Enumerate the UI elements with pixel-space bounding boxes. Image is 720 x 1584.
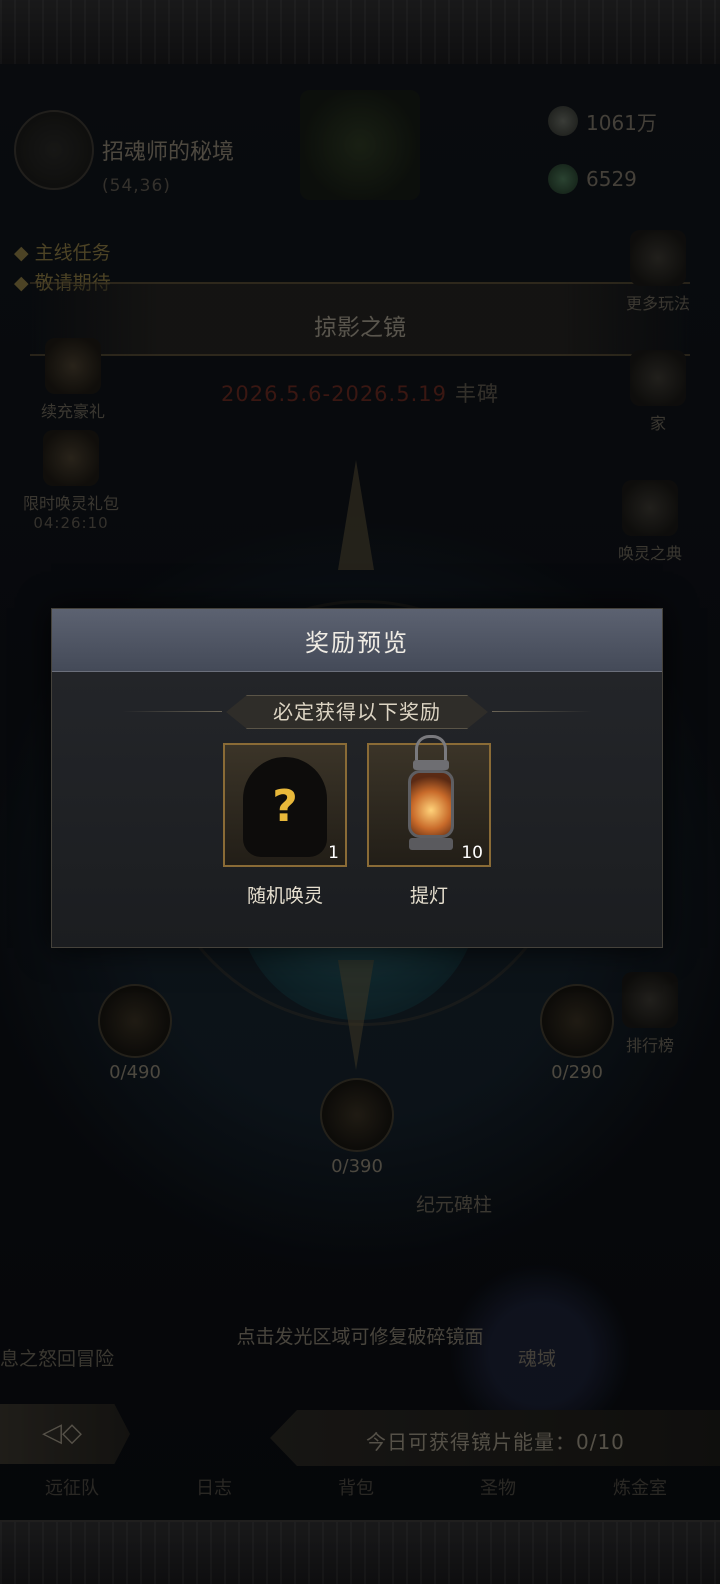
reward-name: 随机唤灵 <box>246 885 323 907</box>
divider-left <box>122 711 222 712</box>
modal-title: 奖励预览 <box>305 629 409 657</box>
modal-header: 奖励预览 <box>52 609 662 672</box>
reward-quantity: 1 <box>328 843 339 863</box>
question-mark-icon: ? <box>272 781 298 832</box>
reward-preview-modal: 奖励预览 必定获得以下奖励 ? 1 随机唤灵 10 提灯 <box>51 608 663 948</box>
lantern-icon <box>407 735 455 850</box>
reward-name: 提灯 <box>409 885 448 907</box>
divider-right <box>492 711 592 712</box>
reward-card: ? 1 <box>223 743 347 867</box>
modal-subtitle-row: 必定获得以下奖励 <box>52 695 662 729</box>
modal-subtitle: 必定获得以下奖励 <box>226 695 488 729</box>
reward-item[interactable]: ? 1 随机唤灵 <box>223 743 347 908</box>
reward-quantity: 10 <box>461 843 483 863</box>
reward-card: 10 <box>367 735 491 867</box>
reward-item[interactable]: 10 提灯 <box>367 735 491 908</box>
